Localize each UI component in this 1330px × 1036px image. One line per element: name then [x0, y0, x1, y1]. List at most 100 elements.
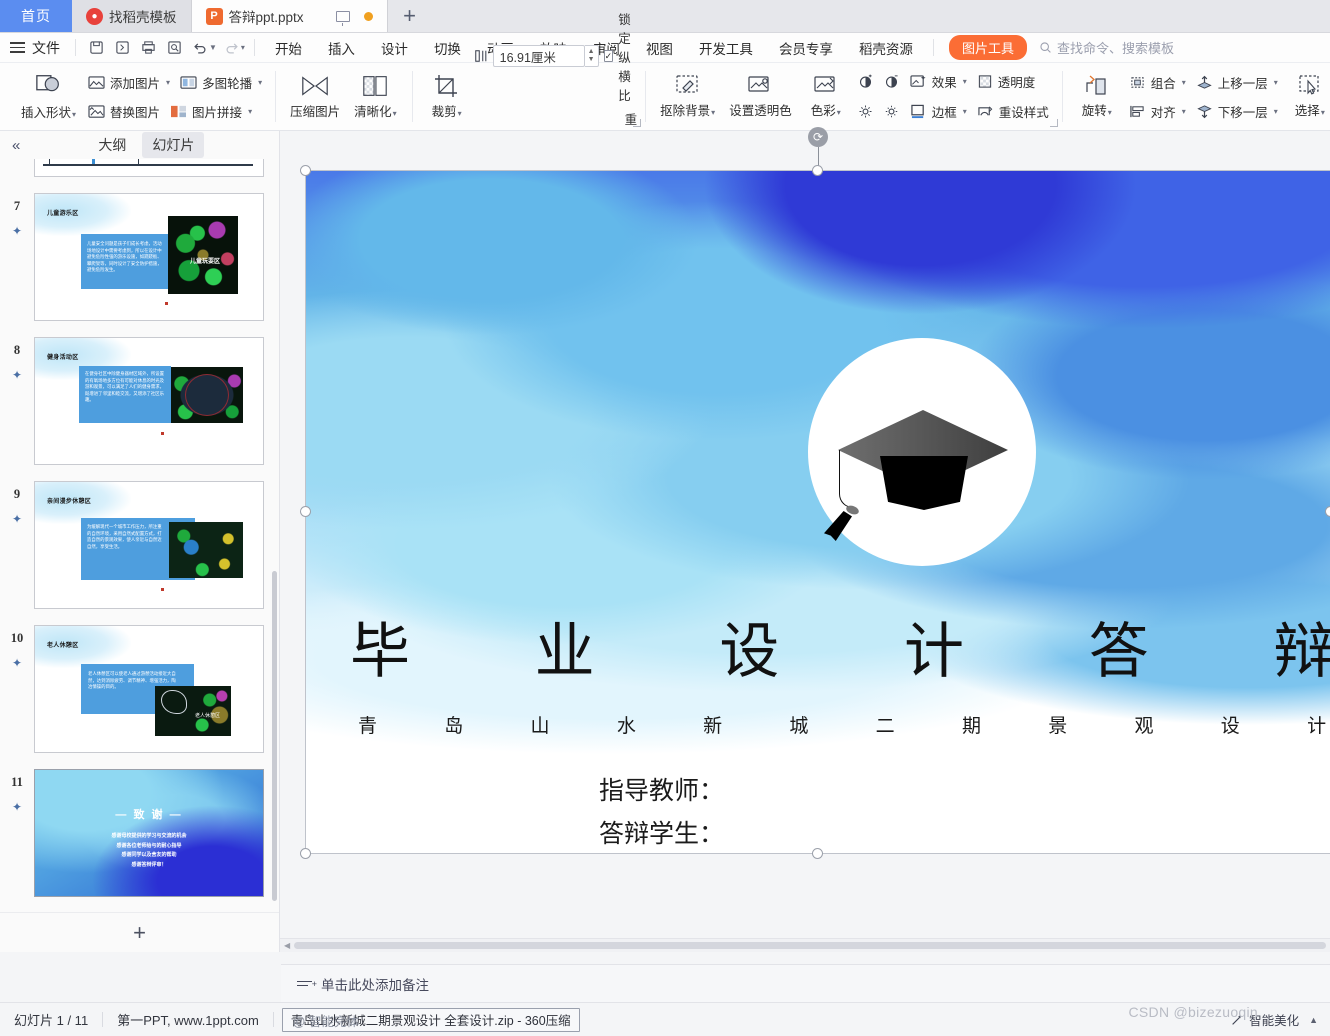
- brightness-down-icon[interactable]: [879, 101, 905, 123]
- animation-star-icon[interactable]: ✦: [12, 224, 22, 238]
- lock-aspect-ratio-checkbox[interactable]: ✓: [603, 50, 614, 62]
- save-as-icon[interactable]: [109, 37, 135, 59]
- menu-item-developer[interactable]: 开发工具: [686, 35, 766, 61]
- resize-handle-w[interactable]: [300, 506, 311, 517]
- smart-beautify-button[interactable]: 智能美化: [1230, 1010, 1299, 1029]
- animation-star-icon[interactable]: ✦: [12, 512, 22, 526]
- horizontal-scrollbar[interactable]: ◀: [280, 938, 1330, 952]
- tab-document[interactable]: P 答辩ppt.pptx: [191, 0, 388, 32]
- list-item[interactable]: 8 ✦ 健身活动区 在健身社区中除健身器材区域外，所设置的有氧场地多方位有可能对…: [0, 337, 279, 465]
- picture-border-button[interactable]: 边框 ▾: [905, 99, 972, 125]
- crop-icon: [433, 73, 461, 99]
- add-picture-button[interactable]: 添加图片 ▾: [83, 69, 175, 95]
- save-icon[interactable]: [83, 37, 109, 59]
- height-icon: [474, 49, 488, 63]
- menu-item-insert[interactable]: 插入: [315, 35, 368, 61]
- send-backward-button[interactable]: 下移一层 ▾: [1191, 98, 1283, 124]
- list-item[interactable]: 10 ✦ 老人休憩区 老人休憩区可以使老人通过游憩活动接近大自然，达到消除疲劳、…: [0, 625, 279, 753]
- taskbar-item-archive[interactable]: @ 智能完体 青岛山水新城二期景观设计 全套设计.zip - 360压缩: [281, 1007, 580, 1032]
- screen-cast-icon[interactable]: [335, 10, 350, 26]
- select-objects-button[interactable]: 选择▾: [1283, 65, 1330, 128]
- command-search[interactable]: 查找命令、搜索模板: [1039, 38, 1174, 57]
- group-button[interactable]: 组合 ▾: [1124, 69, 1191, 95]
- animation-star-icon[interactable]: ✦: [12, 656, 22, 670]
- bring-forward-button[interactable]: 上移一层 ▾: [1191, 69, 1283, 95]
- align-button[interactable]: 对齐 ▾: [1124, 98, 1191, 124]
- resize-handle-nw[interactable]: [300, 165, 311, 176]
- replace-picture-button[interactable]: 替换图片: [83, 98, 165, 124]
- picture-effects-button[interactable]: 效果 ▾: [905, 69, 972, 95]
- brightness-up-icon[interactable]: [853, 101, 879, 123]
- add-slide-button[interactable]: +: [0, 912, 279, 952]
- tab-slides[interactable]: 幻灯片: [142, 132, 205, 158]
- new-tab-button[interactable]: +: [387, 0, 432, 32]
- thumbnail-scrollbar[interactable]: [272, 571, 277, 901]
- slide-editing-stage[interactable]: 毕 业 设 计 答 辩 青 岛 山 水 新 城 二 期 景 观 设 计 指导教师…: [280, 127, 1330, 952]
- reset-style-button[interactable]: 重设样式: [972, 99, 1054, 125]
- tab-document-label: 答辩ppt.pptx: [228, 10, 304, 25]
- insert-shape-icon: [34, 72, 64, 100]
- slide-thumbnail[interactable]: 老人休憩区: [34, 159, 264, 177]
- tab-outline[interactable]: 大纲: [88, 132, 136, 158]
- tab-find-template[interactable]: ● 找稻壳模板: [72, 0, 192, 32]
- rotate-handle-icon[interactable]: ⟳: [808, 127, 828, 147]
- remove-background-button[interactable]: 抠除背景▾: [653, 65, 722, 128]
- animation-star-icon[interactable]: ✦: [12, 800, 22, 814]
- picture-height-input[interactable]: 16.91厘米: [492, 45, 585, 67]
- contrast-up-icon[interactable]: [853, 71, 879, 93]
- resize-handle-e[interactable]: [1325, 506, 1330, 517]
- slide-thumbnail[interactable]: 健身活动区 在健身社区中除健身器材区域外，所设置的有氧场地多方位有可能对休息的时…: [34, 337, 264, 465]
- adjust-dialog-launcher-icon[interactable]: [1049, 119, 1058, 127]
- color-button[interactable]: 色彩▾: [799, 65, 853, 128]
- menu-item-start[interactable]: 开始: [262, 35, 315, 61]
- slide-thumbnail[interactable]: 亲间漫步休憩区 为缓解现代一个城市工作压力，所注重的自然环境，采用自然式配置方式…: [34, 481, 264, 609]
- rotate-button[interactable]: 旋转▾: [1070, 65, 1124, 128]
- menu-item-docer[interactable]: 稻壳资源: [846, 35, 926, 61]
- set-transparent-color-button[interactable]: 设置透明色: [722, 65, 799, 128]
- status-more-icon[interactable]: ▲: [1309, 1015, 1318, 1025]
- app-menu-icon[interactable]: [10, 42, 25, 53]
- resize-handle-n[interactable]: [812, 165, 823, 176]
- list-item[interactable]: 老人休憩区: [0, 159, 279, 177]
- crop-button[interactable]: 裁剪▾: [420, 65, 474, 128]
- size-dialog-launcher-icon[interactable]: [633, 119, 642, 127]
- tab-home[interactable]: 首页: [0, 0, 72, 32]
- context-tab-picture-tools[interactable]: 图片工具: [948, 35, 1027, 60]
- picture-height-stepper[interactable]: ▲ ▼: [584, 45, 599, 67]
- picture-collage-button[interactable]: 图片拼接 ▾: [165, 98, 257, 124]
- undo-dropdown-icon[interactable]: ▼: [209, 43, 217, 52]
- multi-picture-carousel-button[interactable]: 多图轮播 ▾: [175, 69, 267, 95]
- slide-thumbnail-list[interactable]: 老人休憩区 7 ✦ 儿童游乐区 儿童安全问题是孩子们成长考虑，活动场地设计中需要…: [0, 159, 279, 912]
- scroll-thumb[interactable]: [294, 942, 1326, 949]
- slide-thumbnail[interactable]: — 致 谢 — 感谢母校提供的学习与交流的机会 感谢各位老师给与的耐心指导 感谢…: [34, 769, 264, 897]
- menu-item-transition[interactable]: 切换: [421, 35, 474, 61]
- collapse-panel-icon[interactable]: «: [6, 137, 26, 154]
- print-preview-icon[interactable]: [161, 37, 187, 59]
- scroll-left-icon[interactable]: ◀: [284, 941, 290, 950]
- slide-thumbnail[interactable]: 老人休憩区 老人休憩区可以使老人通过游憩活动接近大自然，达到消除疲劳、调节精神、…: [34, 625, 264, 753]
- print-icon[interactable]: [135, 37, 161, 59]
- animation-star-icon[interactable]: ✦: [12, 368, 22, 382]
- menu-item-view[interactable]: 视图: [633, 35, 686, 61]
- source-credit: 第一PPT, www.1ppt.com: [117, 1013, 259, 1028]
- slide-thumbnail[interactable]: 儿童游乐区 儿童安全问题是孩子们成长考虑，活动场地设计中需要考虑到，所以在设计中…: [34, 193, 264, 321]
- menu-item-member[interactable]: 会员专享: [766, 35, 846, 61]
- list-item[interactable]: 11 ✦ — 致 谢 — 感谢母校提供的学习与交流的机会 感谢各位老师给与的耐心…: [0, 769, 279, 897]
- list-item[interactable]: 9 ✦ 亲间漫步休憩区 为缓解现代一个城市工作压力，所注重的自然环境，采用自然式…: [0, 481, 279, 609]
- insert-shape-button[interactable]: 插入形状▾: [14, 65, 83, 128]
- contrast-down-icon[interactable]: [879, 71, 905, 93]
- menu-item-design[interactable]: 设计: [368, 35, 421, 61]
- transparency-button[interactable]: 透明度: [972, 69, 1041, 95]
- sharpen-picture-button[interactable]: 清晰化▾: [347, 65, 404, 128]
- list-item[interactable]: 7 ✦ 儿童游乐区 儿童安全问题是孩子们成长考虑，活动场地设计中需要考虑到，所以…: [0, 193, 279, 321]
- compress-picture-button[interactable]: 压缩图片: [283, 65, 347, 128]
- add-slide-label: +: [133, 919, 146, 945]
- notes-pane[interactable]: + 单击此处添加备注: [281, 964, 1330, 1002]
- compress-picture-icon: [300, 73, 330, 99]
- customize-qat-icon[interactable]: ▾: [241, 43, 245, 52]
- resize-handle-s[interactable]: [812, 848, 823, 859]
- current-slide[interactable]: 毕 业 设 计 答 辩 青 岛 山 水 新 城 二 期 景 观 设 计 指导教师…: [300, 127, 1330, 859]
- resize-handle-sw[interactable]: [300, 848, 311, 859]
- divider: [75, 39, 76, 56]
- menu-file[interactable]: 文件: [30, 38, 68, 58]
